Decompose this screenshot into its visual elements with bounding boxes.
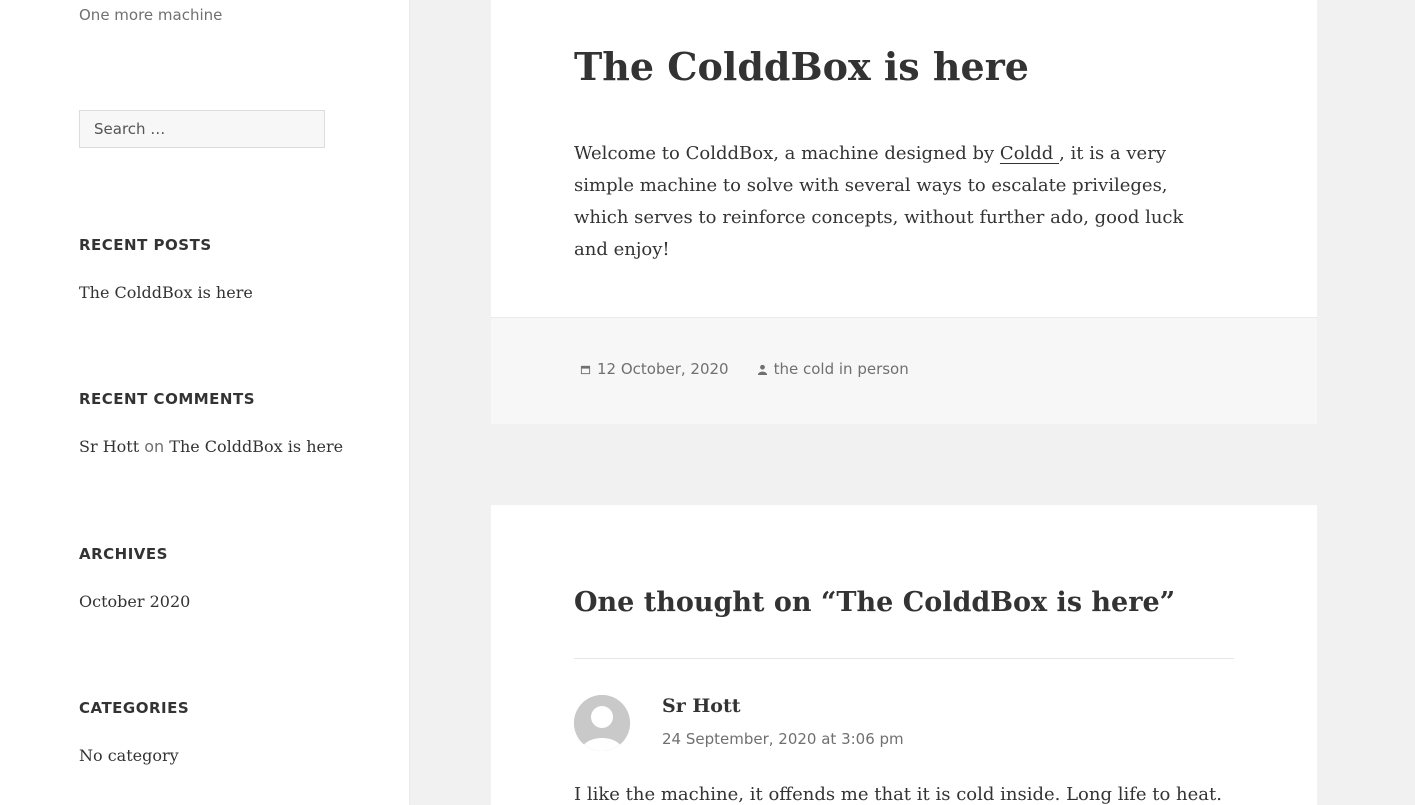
post-body-intro: Welcome to ColddBox, a machine designed … bbox=[574, 143, 1000, 164]
recent-comment-on-label: on bbox=[144, 437, 165, 456]
comment-date-link[interactable]: 24 September, 2020 at 3:06 pm bbox=[662, 730, 904, 748]
recent-posts-title: RECENT POSTS bbox=[79, 236, 212, 254]
comments-title: One thought on “The ColddBox is here” bbox=[574, 587, 1176, 618]
category-link[interactable]: No category bbox=[79, 746, 179, 765]
post-meta: 12 October, 2020 the cold in person bbox=[580, 360, 909, 378]
divider bbox=[574, 658, 1234, 659]
search-input[interactable] bbox=[79, 110, 325, 148]
recent-comments-title: RECENT COMMENTS bbox=[79, 390, 256, 408]
post-body: Welcome to ColddBox, a machine designed … bbox=[574, 138, 1222, 266]
recent-post-link-text[interactable]: The ColddBox is here bbox=[79, 283, 253, 302]
archive-link[interactable]: October 2020 bbox=[79, 592, 190, 611]
recent-comment-author-link[interactable]: Sr Hott bbox=[79, 437, 139, 456]
person-icon bbox=[757, 364, 767, 375]
archives-title: ARCHIVES bbox=[79, 545, 168, 563]
comment-text: I like the machine, it offends me that i… bbox=[574, 784, 1222, 805]
avatar-placeholder-icon bbox=[574, 695, 630, 751]
categories-title: CATEGORIES bbox=[79, 699, 190, 717]
author-link[interactable]: Coldd bbox=[1000, 143, 1059, 164]
comments-section: One thought on “The ColddBox is here” Sr… bbox=[491, 505, 1317, 805]
recent-comment-item: Sr Hott on The ColddBox is here bbox=[79, 437, 343, 456]
recent-post-link[interactable]: The ColddBox is here bbox=[79, 283, 253, 302]
comment-author: Sr Hott bbox=[662, 695, 741, 717]
post-meta-footer: 12 October, 2020 the cold in person bbox=[491, 317, 1317, 424]
calendar-icon bbox=[580, 365, 591, 374]
post-card: The ColddBox is here Welcome to ColddBox… bbox=[491, 0, 1317, 317]
recent-comment-post-link[interactable]: The ColddBox is here bbox=[169, 437, 343, 456]
post-date-link[interactable]: 12 October, 2020 bbox=[597, 360, 729, 378]
sidebar: One more machine RECENT POSTS The ColddB… bbox=[0, 0, 409, 805]
archive-link-text[interactable]: October 2020 bbox=[79, 592, 190, 611]
post-title[interactable]: The ColddBox is here bbox=[574, 44, 1029, 89]
avatar bbox=[574, 695, 630, 751]
post-author-link[interactable]: the cold in person bbox=[774, 360, 909, 378]
category-link-text[interactable]: No category bbox=[79, 746, 179, 765]
site-tagline: One more machine bbox=[79, 6, 223, 24]
